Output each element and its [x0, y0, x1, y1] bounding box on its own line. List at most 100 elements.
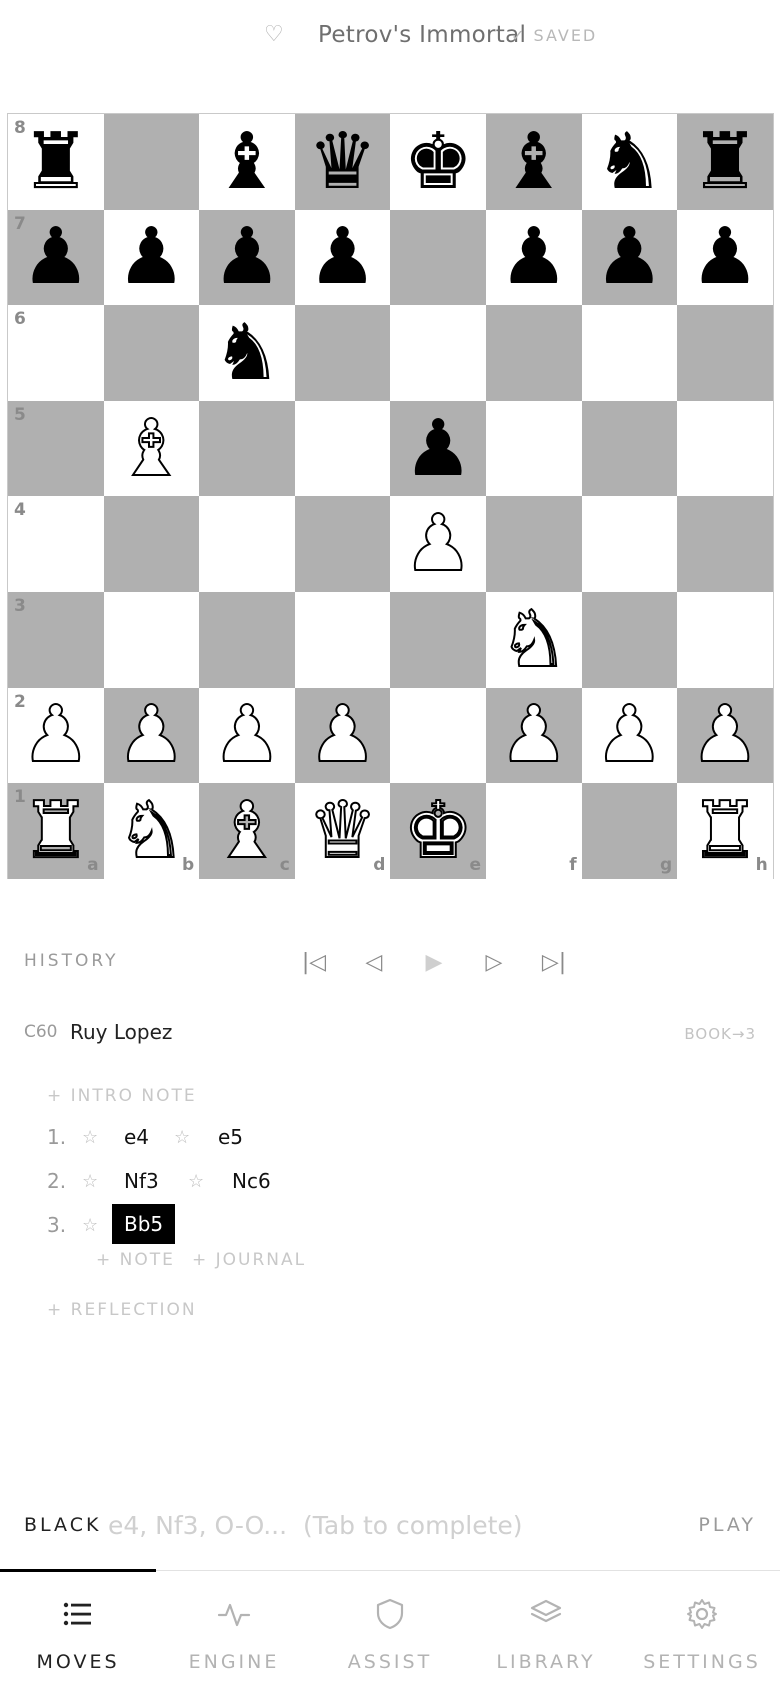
black-pawn-icon[interactable]: ♟: [390, 401, 486, 497]
white-pawn-icon[interactable]: ♟: [390, 496, 486, 592]
square-c7[interactable]: ♟: [199, 209, 295, 306]
white-knight-icon[interactable]: ♞: [104, 783, 200, 879]
move-white[interactable]: Nf3: [124, 1169, 159, 1193]
black-rook-icon[interactable]: ♜: [8, 114, 104, 210]
heart-icon[interactable]: ♡: [264, 22, 284, 47]
square-f5[interactable]: [486, 400, 582, 497]
white-pawn-icon[interactable]: ♟: [104, 688, 200, 784]
tab-library[interactable]: LIBRARY: [468, 1571, 624, 1688]
first-move-button[interactable]: |◁: [294, 944, 334, 980]
black-bishop-icon[interactable]: ♝: [486, 114, 582, 210]
white-knight-icon[interactable]: ♞: [486, 592, 582, 688]
square-a2[interactable]: 2 ♟: [8, 687, 104, 784]
add-intro-note-button[interactable]: + INTRO NOTE: [47, 1086, 197, 1106]
square-d6[interactable]: [294, 305, 391, 401]
white-pawn-icon[interactable]: ♟: [582, 688, 678, 784]
square-e3[interactable]: [390, 592, 486, 688]
square-e7[interactable]: [390, 209, 486, 306]
square-g2[interactable]: ♟: [581, 687, 678, 784]
black-pawn-icon[interactable]: ♟: [104, 210, 200, 306]
square-f4[interactable]: [486, 496, 582, 592]
square-d3[interactable]: [294, 592, 391, 688]
square-b7[interactable]: ♟: [103, 209, 200, 306]
black-queen-icon[interactable]: ♛: [295, 114, 391, 210]
square-e2[interactable]: [390, 687, 486, 784]
add-journal-button[interactable]: + JOURNAL: [192, 1250, 306, 1270]
white-pawn-icon[interactable]: ♟: [8, 688, 104, 784]
white-bishop-icon[interactable]: ♝: [199, 783, 295, 879]
square-h8[interactable]: ♜: [677, 114, 773, 210]
previous-move-button[interactable]: ◁: [354, 944, 394, 980]
white-pawn-icon[interactable]: ♟: [677, 688, 773, 784]
square-e5[interactable]: ♟: [390, 400, 486, 497]
square-e8[interactable]: ♚: [390, 114, 486, 210]
square-a4[interactable]: 4: [8, 496, 104, 592]
white-queen-icon[interactable]: ♛: [295, 783, 391, 879]
square-h4[interactable]: [677, 496, 773, 592]
square-b4[interactable]: [103, 496, 200, 592]
star-icon[interactable]: ☆: [82, 1171, 98, 1192]
add-note-button[interactable]: + NOTE: [96, 1250, 175, 1270]
square-b1[interactable]: b ♞: [103, 783, 200, 879]
star-icon[interactable]: ☆: [174, 1127, 190, 1148]
square-c3[interactable]: [199, 592, 295, 688]
square-d5[interactable]: [294, 400, 391, 497]
chess-board[interactable]: 8 ♜ ♝ ♛ ♚ ♝ ♞ ♜ 7 ♟ ♟ ♟ ♟ ♟ ♟ ♟ 6 ♞ 5 ♝ ♟ 4 ♟ 3 ♞ 2 ♟ ♟ ♟ ♟ ♟ ♟ ♟ 1 a ♜ b ♞ c ♝…: [7, 113, 774, 879]
star-icon[interactable]: ☆: [82, 1215, 98, 1236]
move-black[interactable]: Nc6: [232, 1169, 271, 1193]
square-b5[interactable]: ♝: [103, 400, 200, 497]
game-title[interactable]: Petrov's Immortal: [318, 22, 526, 48]
square-c8[interactable]: ♝: [199, 114, 295, 210]
tab-assist[interactable]: ASSIST: [312, 1571, 468, 1688]
black-pawn-icon[interactable]: ♟: [677, 210, 773, 306]
add-reflection-button[interactable]: + REFLECTION: [47, 1300, 197, 1320]
black-pawn-icon[interactable]: ♟: [199, 210, 295, 306]
next-move-button[interactable]: ▷: [474, 944, 514, 980]
black-pawn-icon[interactable]: ♟: [295, 210, 391, 306]
square-h6[interactable]: [677, 305, 773, 401]
square-c4[interactable]: [199, 496, 295, 592]
black-rook-icon[interactable]: ♜: [677, 114, 773, 210]
black-bishop-icon[interactable]: ♝: [199, 114, 295, 210]
square-b8[interactable]: [103, 114, 200, 210]
square-f8[interactable]: ♝: [486, 114, 582, 210]
square-d8[interactable]: ♛: [294, 114, 391, 210]
star-icon[interactable]: ☆: [188, 1171, 204, 1192]
square-c6[interactable]: ♞: [199, 305, 295, 401]
square-a6[interactable]: 6: [8, 305, 104, 401]
white-rook-icon[interactable]: ♜: [677, 783, 773, 879]
move-black[interactable]: e5: [218, 1125, 243, 1149]
black-pawn-icon[interactable]: ♟: [582, 210, 678, 306]
square-e4[interactable]: ♟: [390, 496, 486, 592]
square-h7[interactable]: ♟: [677, 209, 773, 306]
black-king-icon[interactable]: ♚: [390, 114, 486, 210]
black-pawn-icon[interactable]: ♟: [486, 210, 582, 306]
square-f2[interactable]: ♟: [486, 687, 582, 784]
square-f7[interactable]: ♟: [486, 209, 582, 306]
square-b2[interactable]: ♟: [103, 687, 200, 784]
tab-settings[interactable]: SETTINGS: [624, 1571, 780, 1688]
square-d7[interactable]: ♟: [294, 209, 391, 306]
square-g5[interactable]: [581, 400, 678, 497]
square-a3[interactable]: 3: [8, 592, 104, 688]
square-g3[interactable]: [581, 592, 678, 688]
square-d4[interactable]: [294, 496, 391, 592]
square-g4[interactable]: [581, 496, 678, 592]
square-b3[interactable]: [103, 592, 200, 688]
square-d2[interactable]: ♟: [294, 687, 391, 784]
square-f1[interactable]: f: [486, 783, 582, 879]
move-white-current[interactable]: Bb5: [112, 1204, 176, 1244]
last-move-button[interactable]: ▷|: [534, 944, 574, 980]
square-c2[interactable]: ♟: [199, 687, 295, 784]
square-f3[interactable]: ♞: [486, 592, 582, 688]
square-g6[interactable]: [581, 305, 678, 401]
white-pawn-icon[interactable]: ♟: [199, 688, 295, 784]
square-h2[interactable]: ♟: [677, 687, 773, 784]
white-pawn-icon[interactable]: ♟: [486, 688, 582, 784]
square-d1[interactable]: d ♛: [294, 783, 391, 879]
white-bishop-icon[interactable]: ♝: [104, 401, 200, 497]
square-h5[interactable]: [677, 400, 773, 497]
square-g1[interactable]: g: [581, 783, 678, 879]
square-e6[interactable]: [390, 305, 486, 401]
square-h3[interactable]: [677, 592, 773, 688]
